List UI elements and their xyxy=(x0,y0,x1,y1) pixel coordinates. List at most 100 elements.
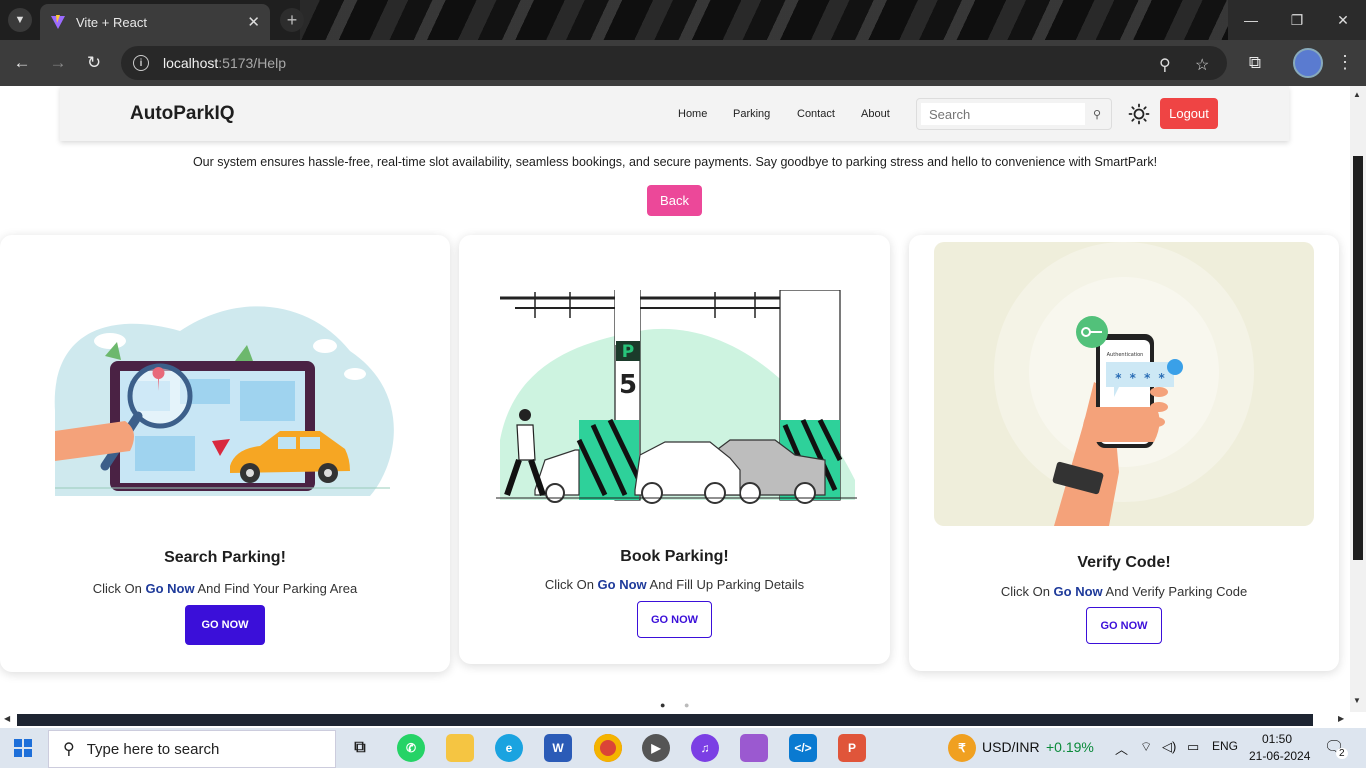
tab-close-icon[interactable]: ✕ xyxy=(247,13,260,31)
extensions-icon[interactable]: ⧉ xyxy=(1242,50,1268,76)
restore-icon[interactable]: ❐ xyxy=(1274,0,1320,40)
desc-suffix: And Find Your Parking Area xyxy=(194,581,358,596)
profile-avatar[interactable] xyxy=(1293,48,1323,78)
card-description: Click On Go Now And Find Your Parking Ar… xyxy=(0,581,450,596)
clock-time[interactable]: 01:50 xyxy=(1262,732,1292,746)
back-arrow-icon[interactable]: ← xyxy=(9,50,35,76)
nav-about[interactable]: About xyxy=(861,108,890,120)
volume-icon[interactable]: ◁) xyxy=(1162,739,1176,755)
vertical-scroll-thumb[interactable] xyxy=(1353,156,1363,560)
bookmark-star-icon[interactable]: ☆ xyxy=(1195,55,1209,75)
book-parking-illustration: P 5 xyxy=(496,290,857,504)
tray-chevron-icon[interactable]: ︿ xyxy=(1115,739,1128,758)
go-now-link[interactable]: Go Now xyxy=(146,581,195,596)
stocks-widget-icon[interactable]: ₹ xyxy=(948,734,976,762)
video-editor-icon[interactable] xyxy=(740,734,768,762)
taskbar-search-placeholder: Type here to search xyxy=(86,740,220,758)
search-icon: ⚲ xyxy=(63,741,75,758)
level-number-text: 5 xyxy=(619,370,637,400)
logout-button[interactable]: Logout xyxy=(1160,98,1218,129)
audio-app-icon[interactable]: ♫ xyxy=(691,734,719,762)
theme-toggle-sun-icon[interactable] xyxy=(1128,103,1150,125)
desc-prefix: Click On xyxy=(92,581,146,596)
notification-count: 2 xyxy=(1336,748,1348,759)
vscode-icon[interactable]: </> xyxy=(789,734,817,762)
go-now-button[interactable]: GO NOW xyxy=(637,601,712,638)
card-description: Click On Go Now And Verify Parking Code xyxy=(909,584,1339,599)
scroll-right-icon[interactable]: ▶ xyxy=(1338,714,1344,723)
nav-contact[interactable]: Contact xyxy=(797,108,835,120)
site-info-icon[interactable]: i xyxy=(133,55,149,71)
address-bar[interactable]: i localhost:5173/Help ⚲ ☆ xyxy=(121,46,1227,80)
windows-taskbar: ⚲ Type here to search ⧉ ✆ e W ▶ ♫ </> P … xyxy=(0,728,1366,768)
whatsapp-icon[interactable]: ✆ xyxy=(397,734,425,762)
nav-parking[interactable]: Parking xyxy=(733,108,770,120)
clock-date[interactable]: 21-06-2024 xyxy=(1249,749,1310,763)
carousel-dot-active[interactable]: ● xyxy=(660,700,665,710)
taskbar-search[interactable]: ⚲ Type here to search xyxy=(48,730,336,768)
currency-change: +0.19% xyxy=(1046,739,1094,755)
page-viewport: AutoParkIQ Home Parking Contact About ⚲ … xyxy=(0,86,1350,712)
reload-icon[interactable]: ↻ xyxy=(81,50,107,76)
tab-search-chevron-icon[interactable]: ▼ xyxy=(8,8,32,32)
file-explorer-icon[interactable] xyxy=(446,734,474,762)
card-title: Verify Code! xyxy=(1077,554,1171,571)
minimize-icon[interactable]: — xyxy=(1228,0,1274,40)
search-box: ⚲ xyxy=(916,98,1112,130)
presentation-app-icon[interactable]: P xyxy=(838,734,866,762)
desc-prefix: Click On xyxy=(544,577,598,592)
desc-prefix: Click On xyxy=(1000,584,1054,599)
scroll-left-icon[interactable]: ◀ xyxy=(4,714,10,723)
scroll-down-icon[interactable]: ▼ xyxy=(1353,696,1361,705)
edge-icon[interactable]: e xyxy=(495,734,523,762)
browser-toolbar: ← → ↻ i localhost:5173/Help ⚲ ☆ ⧉ xyxy=(0,40,1366,86)
card-description: Click On Go Now And Fill Up Parking Deta… xyxy=(459,577,890,592)
browser-tab[interactable]: Vite + React ✕ xyxy=(40,4,270,40)
brand-logo[interactable]: AutoParkIQ xyxy=(130,103,235,125)
code-mask-text: * * * * xyxy=(1115,371,1166,385)
browser-tab-bar: ▼ Vite + React ✕ + — ❐ ✕ xyxy=(0,0,1366,40)
media-player-icon[interactable]: ▶ xyxy=(642,734,670,762)
wifi-icon[interactable]: ⌔ xyxy=(1140,739,1152,755)
url-path: :5173/Help xyxy=(218,55,286,71)
parking-sign-text: P xyxy=(622,342,634,362)
nav-home[interactable]: Home xyxy=(678,108,707,120)
forward-arrow-icon[interactable]: → xyxy=(45,50,71,76)
app-navbar: AutoParkIQ Home Parking Contact About ⚲ … xyxy=(60,86,1289,141)
carousel-dot[interactable]: ● xyxy=(684,700,689,710)
search-parking-card: Search Parking! Click On Go Now And Find… xyxy=(0,235,450,672)
search-input[interactable] xyxy=(921,103,1085,125)
tab-bar-background xyxy=(300,0,1230,40)
language-indicator[interactable]: ENG xyxy=(1212,739,1238,753)
verify-code-illustration: Authentication * * * * xyxy=(934,242,1314,526)
close-window-icon[interactable]: ✕ xyxy=(1320,0,1366,40)
card-title: Book Parking! xyxy=(620,548,729,565)
task-view-icon[interactable]: ⧉ xyxy=(346,734,374,762)
go-now-button[interactable]: GO NOW xyxy=(1086,607,1162,644)
desc-suffix: And Fill Up Parking Details xyxy=(646,577,805,592)
currency-pair[interactable]: USD/INR xyxy=(982,739,1040,755)
horizontal-scrollbar[interactable]: ◀ ▶ xyxy=(0,712,1350,728)
desc-suffix: And Verify Parking Code xyxy=(1102,584,1248,599)
search-parking-illustration xyxy=(54,306,394,496)
vertical-scrollbar[interactable]: ▲ ▼ xyxy=(1350,86,1366,712)
chrome-icon[interactable] xyxy=(594,734,622,762)
battery-icon[interactable]: ▭ xyxy=(1187,739,1199,755)
card-title: Search Parking! xyxy=(164,549,286,566)
new-tab-icon[interactable]: + xyxy=(280,8,304,32)
zoom-icon[interactable]: ⚲ xyxy=(1159,55,1171,75)
browser-menu-icon[interactable]: ⋮ xyxy=(1336,52,1354,73)
word-icon[interactable]: W xyxy=(544,734,572,762)
go-now-link[interactable]: Go Now xyxy=(598,577,647,592)
url-host: localhost xyxy=(163,55,219,71)
search-icon[interactable]: ⚲ xyxy=(1093,108,1101,121)
go-now-link[interactable]: Go Now xyxy=(1054,584,1103,599)
tab-title: Vite + React xyxy=(76,14,147,30)
book-parking-card: P 5 Book Parking! Click On Go Now And Fi… xyxy=(459,235,890,664)
go-now-button[interactable]: GO NOW xyxy=(185,605,265,645)
auth-screen-text: Authentication xyxy=(1107,352,1144,358)
windows-start-icon[interactable] xyxy=(14,739,32,757)
scroll-up-icon[interactable]: ▲ xyxy=(1353,90,1361,99)
back-button[interactable]: Back xyxy=(647,185,702,216)
horizontal-scroll-thumb[interactable] xyxy=(17,714,1313,726)
